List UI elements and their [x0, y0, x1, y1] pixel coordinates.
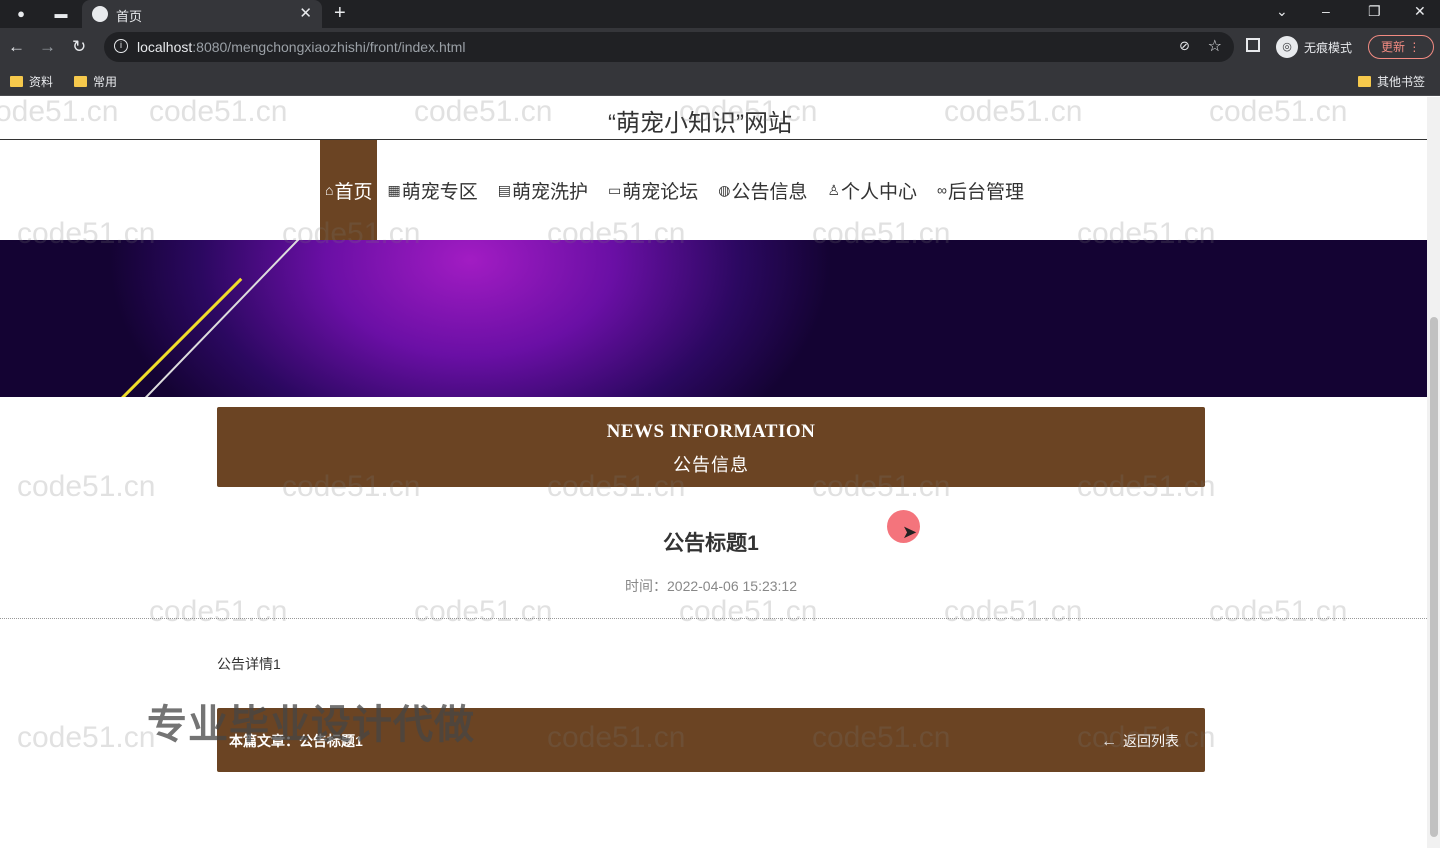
nav-item-announcements[interactable]: ◍ 公告信息 [708, 140, 817, 240]
home-icon: ⌂ [325, 182, 334, 198]
link-icon: ∞ [937, 182, 948, 198]
close-icon[interactable]: ✕ [299, 4, 312, 22]
globe-icon [92, 6, 108, 22]
watermark: code51.cn [944, 595, 1083, 628]
tab-search-icon[interactable]: ▬ [52, 5, 70, 23]
globe-icon: ◍ [718, 181, 731, 198]
nav-item-forum[interactable]: ▭ 萌宠论坛 [598, 140, 708, 240]
incognito-icon: ◎ [1276, 36, 1298, 58]
divider [0, 618, 1427, 619]
grid-icon: ▦ [387, 181, 401, 198]
window-close-button[interactable]: ✕ [1414, 3, 1426, 20]
restore-button[interactable]: ❐ [1368, 3, 1381, 20]
article-body: 公告详情1 [217, 656, 281, 672]
blocked-popup-icon[interactable]: ⊘ [1179, 38, 1190, 54]
arrow-left-icon: ← [1101, 733, 1117, 750]
scrollbar-thumb[interactable] [1430, 317, 1438, 837]
forward-icon[interactable]: → [39, 37, 56, 57]
nav-item-pet-care[interactable]: ▤ 萌宠洗护 [488, 140, 598, 240]
other-bookmarks[interactable]: 其他书签 [1358, 73, 1425, 90]
info-icon[interactable]: i [114, 39, 128, 53]
nav-item-admin[interactable]: ∞ 后台管理 [927, 140, 1034, 240]
document-icon: ▭ [607, 181, 622, 198]
update-button[interactable]: 更新 ⋮ [1368, 35, 1434, 59]
user-icon: ♙ [827, 181, 841, 198]
bookmark-star-icon[interactable]: ☆ [1208, 36, 1222, 56]
banner-carousel[interactable] [0, 240, 1427, 397]
address-bar[interactable]: i localhost:8080/mengchongxiaozhishi/fro… [104, 32, 1234, 62]
browser-toolbar: ← → ↻ i localhost:8080/mengchongxiaozhis… [0, 28, 1440, 66]
bookmark-folder[interactable]: 资料 [10, 73, 53, 90]
reload-icon[interactable]: ↻ [72, 37, 86, 57]
list-icon: ▤ [497, 181, 511, 198]
new-tab-button[interactable]: + [334, 2, 346, 25]
folder-icon [1358, 76, 1371, 87]
back-to-list-button[interactable]: ← 返回列表 [1101, 731, 1179, 751]
watermark: code51.cn [17, 470, 156, 503]
section-title-en: NEWS INFORMATION [606, 421, 816, 442]
page-viewport: “萌宠小知识”网站 ⌂ 首页 ▦ 萌宠专区 ▤ 萌宠洗护 ▭ 萌宠论坛 ◍ 公告信息 ♙ 个… [0, 97, 1440, 848]
bookmarks-bar: 资料 常用 其他书签 [0, 66, 1440, 96]
watermark: code51.cn [149, 595, 288, 628]
browser-tab[interactable]: 首页 ✕ [82, 0, 322, 28]
bookmark-folder[interactable]: 常用 [74, 73, 117, 90]
folder-icon [10, 76, 23, 87]
browser-tab-bar: ● ▬ 首页 ✕ + ⌄ – ❐ ✕ [0, 0, 1440, 28]
nav-item-profile[interactable]: ♙ 个人中心 [817, 140, 927, 240]
side-panel-icon[interactable] [1246, 38, 1260, 52]
nav-item-pet-zone[interactable]: ▦ 萌宠专区 [377, 140, 487, 240]
promo-overlay-text: 专业毕业设计代做 [147, 703, 475, 747]
incognito-label: 无痕模式 [1304, 40, 1353, 55]
page-scrollbar[interactable] [1427, 97, 1440, 848]
section-header: NEWS INFORMATION 公告信息 [217, 407, 1205, 487]
site-title: “萌宠小知识”网站 [608, 110, 792, 137]
back-icon[interactable]: ← [8, 37, 25, 57]
watermark: code51.cn [1209, 595, 1348, 628]
watermark: code51.cn [17, 721, 156, 754]
folder-icon [74, 76, 87, 87]
cursor-icon: ➤ [902, 522, 918, 542]
article-title: 公告标题1 [663, 532, 759, 555]
section-title-cn: 公告信息 [673, 455, 749, 475]
watermark: code51.cn [414, 595, 553, 628]
main-nav: ⌂ 首页 ▦ 萌宠专区 ▤ 萌宠洗护 ▭ 萌宠论坛 ◍ 公告信息 ♙ 个人中心 ∞ 后台管理 [320, 140, 1034, 240]
banner-decoration [120, 277, 243, 397]
minimize-button[interactable]: – [1322, 3, 1330, 19]
nav-item-home[interactable]: ⌂ 首页 [320, 140, 378, 240]
watermark: code51.cn [679, 595, 818, 628]
tab-title: 首页 [116, 9, 143, 24]
article-time: 时间：2022-04-06 15:23:12 [625, 578, 797, 594]
browser-menu-icon[interactable]: ● [12, 5, 30, 23]
tab-list-icon[interactable]: ⌄ [1276, 3, 1288, 20]
banner-decoration [142, 240, 303, 397]
incognito-indicator[interactable]: ◎ 无痕模式 [1276, 35, 1352, 59]
url-text[interactable]: localhost:8080/mengchongxiaozhishi/front… [137, 39, 465, 55]
